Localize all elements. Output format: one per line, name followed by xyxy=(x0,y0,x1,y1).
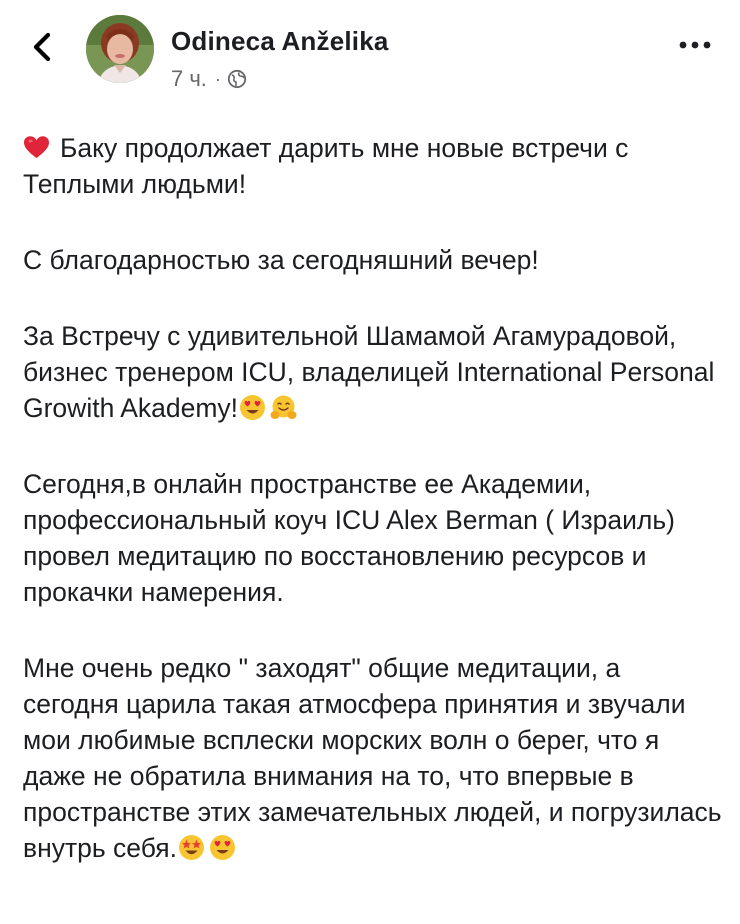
post-paragraph: Мне очень редко " заходят" общие медитац… xyxy=(23,650,723,866)
post-meta: 7 ч. · xyxy=(171,66,247,92)
red-heart-emoji xyxy=(23,134,50,161)
heart-eyes-emoji xyxy=(239,394,266,421)
avatar[interactable] xyxy=(86,15,154,83)
paragraph-text: С благодарностью за сегодняшний вечер! xyxy=(23,245,539,275)
post-paragraph: Баку продолжает дарить мне новые встречи… xyxy=(23,130,723,202)
post-body: Баку продолжает дарить мне новые встречи… xyxy=(23,130,723,906)
post-paragraph: За Встречу с удивительной Шамамой Агамур… xyxy=(23,318,723,426)
paragraph-text: Баку продолжает дарить мне новые встречи… xyxy=(23,133,629,199)
heart-eyes-emoji xyxy=(209,834,236,861)
chevron-left-icon xyxy=(33,32,51,62)
post-paragraph: Сегодня,в онлайн пространстве ее Академи… xyxy=(23,466,723,610)
meta-separator: · xyxy=(214,68,221,89)
post-header: Odineca Anželika 7 ч. · xyxy=(0,0,740,110)
more-options-button[interactable] xyxy=(678,38,712,52)
paragraph-text: Сегодня,в онлайн пространстве ее Академи… xyxy=(23,469,676,607)
more-dots-icon xyxy=(679,41,711,49)
hugging-face-emoji xyxy=(270,394,297,421)
back-button[interactable] xyxy=(28,30,56,64)
star-struck-emoji xyxy=(178,834,205,861)
post-time[interactable]: 7 ч. xyxy=(171,66,207,92)
paragraph-text: Мне очень редко " заходят" общие медитац… xyxy=(23,653,722,863)
globe-icon xyxy=(227,69,247,89)
paragraph-text: За Встречу с удивительной Шамамой Агамур… xyxy=(23,321,715,423)
author-name[interactable]: Odineca Anželika xyxy=(171,26,389,57)
post-paragraph: С благодарностью за сегодняшний вечер! xyxy=(23,242,723,278)
